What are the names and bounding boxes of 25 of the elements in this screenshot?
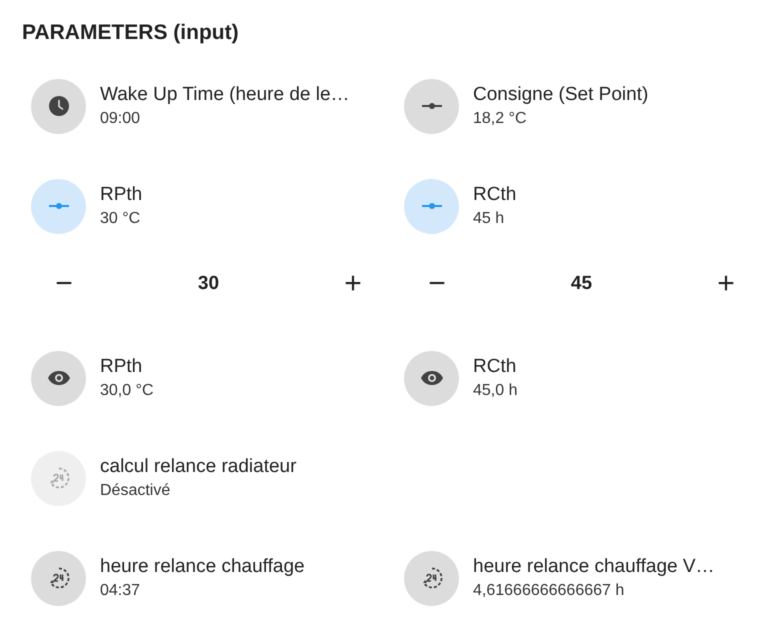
- entity-name: RCth: [473, 184, 516, 206]
- stepper-value: 30: [198, 273, 220, 295]
- entity-name: Wake Up Time (heure de le…: [100, 84, 350, 106]
- entity-name: calcul relance radiateur: [100, 456, 296, 478]
- entity-name: RPth: [100, 356, 144, 378]
- entity-state: 45 h: [473, 210, 506, 228]
- entity-state: 30,0 °C: [100, 382, 154, 400]
- increment-button[interactable]: +: [706, 264, 746, 304]
- decrement-button[interactable]: −: [44, 264, 84, 304]
- entity-state: Désactivé: [100, 482, 172, 500]
- entity-state: 09:00: [100, 110, 142, 128]
- decrement-button[interactable]: −: [417, 264, 457, 304]
- entity-state: 45,0 h: [473, 382, 518, 400]
- entity-name: RCth: [473, 356, 518, 378]
- entity-name: Consigne (Set Point): [473, 84, 648, 106]
- entity-state: 18,2 °C: [473, 110, 528, 128]
- stepper-value: 45: [570, 273, 592, 295]
- entity-state: 04:37: [100, 582, 142, 600]
- entity-state: 4,61666666666667 h: [473, 582, 626, 600]
- entity-state: 30 °C: [100, 210, 142, 228]
- section-title: PARAMETERS (input): [22, 20, 240, 46]
- increment-button[interactable]: +: [332, 264, 373, 304]
- entity-name: heure relance chauffage V…: [473, 556, 715, 578]
- entity-name: heure relance chauffage: [100, 556, 305, 578]
- entity-name: RPth: [100, 184, 142, 206]
